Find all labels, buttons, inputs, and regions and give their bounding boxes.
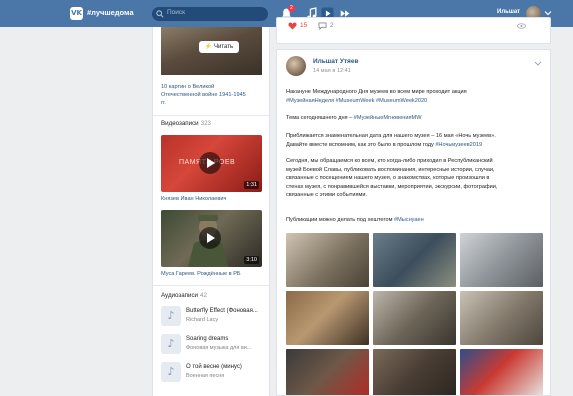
music-note-icon[interactable]: ♪ (161, 306, 181, 326)
videos-count: 323 (200, 120, 211, 127)
post-line: Приближается знаменательная дата для наш… (286, 133, 496, 139)
comment-icon[interactable] (318, 22, 327, 30)
photo[interactable] (373, 349, 456, 395)
audio-title: Butterfly Effect (Фоновая... (186, 308, 258, 314)
audio-title: О той весне (минус) (186, 364, 242, 370)
video-duration: 3:10 (244, 256, 259, 264)
post-hashtags[interactable]: #МузейнаяНеделя #MuseumWeek #MuseumWeek2… (286, 97, 548, 106)
post-line: связанные с посещением нашего музея, о з… (286, 175, 490, 182)
audio-title: Soaring dreams (186, 336, 229, 342)
search-input[interactable]: Поиск (152, 7, 268, 21)
post-paragraph: Тема сегодняшнего дня – #МузейныеМгновен… (286, 114, 548, 123)
search-icon (156, 10, 164, 18)
author-avatar[interactable] (286, 56, 306, 76)
photo[interactable] (286, 233, 369, 287)
audio-header-label: Аудиозаписи (161, 292, 199, 299)
comments-count[interactable]: 2 (330, 22, 334, 29)
divider (153, 115, 269, 116)
post-line: Накануне Международного Дня музеев во вс… (286, 89, 467, 95)
video-duration: 1:31 (244, 181, 259, 189)
article-cover[interactable]: ⚡ Читать (161, 27, 262, 75)
photo[interactable] (373, 291, 456, 345)
post-line: связанные с этими событиями. (286, 192, 368, 199)
likes-count[interactable]: 15 (300, 22, 307, 29)
article-title[interactable]: 10 картин о Великой Отечественной войне … (161, 83, 265, 107)
search-placeholder: Поиск (167, 9, 186, 16)
photo[interactable] (460, 291, 543, 345)
music-note-icon[interactable]: ♪ (161, 334, 181, 354)
video-title[interactable]: Муса Гареев. Рождённые в РБ (161, 271, 241, 277)
post-paragraph: Накануне Международного Дня музеев во вс… (286, 88, 548, 105)
audio-artist[interactable]: Фоновая музыка для ви... (186, 345, 251, 351)
post-line: Тема сегодняшнего дня – (286, 115, 354, 121)
header-hashtag[interactable]: #лучшедома (87, 8, 134, 17)
audio-header[interactable]: Аудиозаписи 42 (161, 292, 207, 299)
audio-track[interactable]: ♪ О той весне (минус) Военная песня (161, 362, 266, 386)
read-article-button[interactable]: ⚡ Читать (199, 41, 239, 53)
author-name[interactable]: Ильшат Утяев (313, 58, 358, 65)
photo[interactable] (460, 349, 543, 395)
post-hashtag[interactable]: #МузейныеМгновенияMW (354, 115, 422, 121)
video-thumbnail[interactable]: 3:10 (161, 210, 262, 267)
read-button-label: Читать (214, 44, 234, 50)
audio-track[interactable]: ♪ Butterfly Effect (Фоновая... Richard L… (161, 306, 266, 330)
post-hashtag[interactable]: #Мыснуаен (394, 217, 424, 223)
vk-logo[interactable]: VK (70, 7, 83, 20)
chevron-down-icon[interactable] (544, 10, 552, 16)
notification-badge: 2 (288, 5, 295, 12)
photo[interactable] (286, 349, 369, 395)
heart-icon[interactable] (288, 22, 297, 30)
post-hashtag[interactable]: #Ночьмузеев2019 (435, 142, 482, 148)
photo[interactable] (286, 291, 369, 345)
lightning-icon: ⚡ (204, 44, 213, 50)
audio-artist[interactable]: Военная песня (186, 373, 224, 379)
audio-track[interactable]: ♪ Soaring dreams Фоновая музыка для ви..… (161, 334, 266, 358)
videos-header-label: Видеозаписи (161, 120, 199, 127)
wall-post: Ильшат Утяев 14 мая в 12:41 Накануне Меж… (276, 49, 551, 396)
post-line: Публикации можно делать под хештегом (286, 217, 394, 223)
post-line: Сегодня, мы обращаемся ко всем, кто когд… (286, 158, 493, 164)
photo[interactable] (373, 233, 456, 287)
play-icon[interactable] (199, 227, 221, 249)
post-line: стенах музея, с понравившейся выставки, … (286, 183, 498, 190)
chevron-down-icon[interactable] (534, 61, 542, 66)
profile-sidebar: ⚡ Читать 10 картин о Великой Отечественн… (152, 27, 270, 396)
article-title-line: Отечественной войне 1941-1945 (161, 92, 246, 98)
audio-count: 42 (200, 292, 207, 299)
video-title[interactable]: Князев Иван Николаевич (161, 196, 226, 202)
divider (153, 285, 269, 286)
eye-icon (517, 23, 526, 29)
previous-post-footer: 15 2 (276, 17, 551, 44)
play-icon[interactable] (199, 152, 221, 174)
post-paragraph: Приближается знаменательная дата для наш… (286, 132, 548, 149)
user-name[interactable]: Ильшат (497, 9, 520, 15)
post-line: Давайте вместе вспомним, как это было в … (286, 141, 436, 148)
page: VK #лучшедома Поиск 2 Ильшат ⚡ Читать 10… (0, 0, 573, 396)
photo[interactable] (460, 233, 543, 287)
music-note-icon[interactable]: ♪ (161, 362, 181, 382)
post-line: музей Боевой Славы, публиковать воспомин… (286, 166, 495, 173)
post-paragraph: Публикации можно делать под хештегом #Мы… (286, 216, 548, 225)
article-title-line: гг. (161, 100, 166, 106)
post-date[interactable]: 14 мая в 12:41 (313, 68, 351, 74)
post-paragraph: Сегодня, мы обращаемся ко всем, кто когд… (286, 157, 548, 200)
video-thumbnail[interactable]: ПАМЯТЬ РОЕВ 1:31 (161, 135, 262, 192)
videos-header[interactable]: Видеозаписи 323 (161, 120, 211, 127)
photo-grid (286, 233, 543, 395)
audio-artist[interactable]: Richard Lacy (186, 317, 218, 323)
article-title-line: 10 картин о Великой (161, 84, 215, 90)
